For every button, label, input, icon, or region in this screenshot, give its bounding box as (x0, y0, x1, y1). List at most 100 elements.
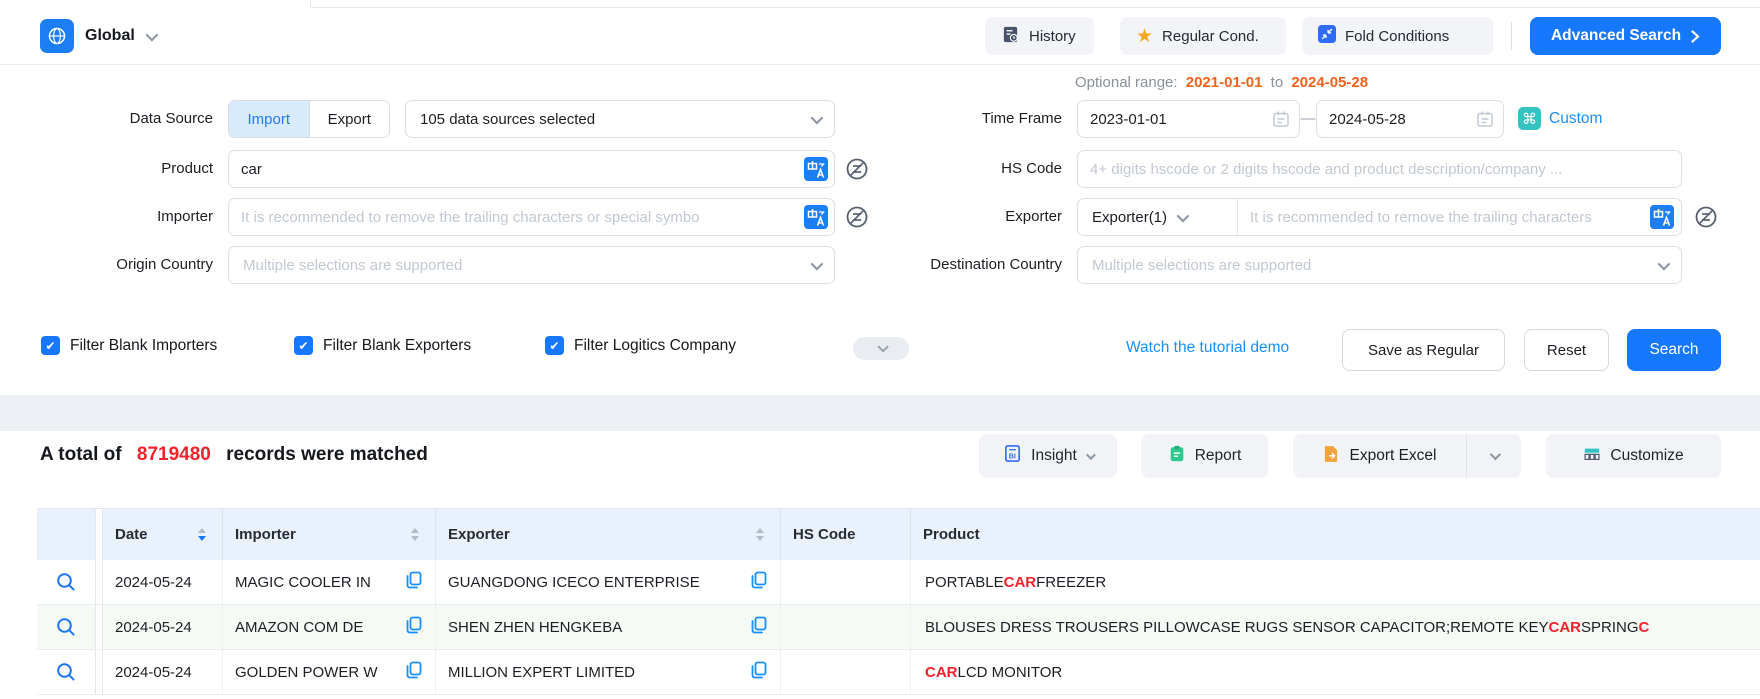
insight-button[interactable]: BI Insight (979, 434, 1117, 478)
advanced-search-button[interactable]: Advanced Search (1530, 17, 1721, 55)
cell-exporter: GUANGDONG ICECO ENTERPRISE (436, 560, 781, 604)
fixed-column-divider (95, 509, 103, 560)
product-input[interactable] (228, 150, 835, 188)
filter-logistics-company-checkbox[interactable]: ✔ Filter Logitics Company (545, 336, 736, 355)
header-exporter[interactable]: Exporter (436, 509, 781, 560)
table-header-row: Date Importer Exporter HS Code Product (37, 508, 1760, 560)
table-row: 2024-05-24MAGIC COOLER INGUANGDONG ICECO… (37, 560, 1760, 605)
origin-country-select[interactable]: Multiple selections are supported (228, 246, 835, 284)
export-excel-button[interactable]: Export Excel (1293, 434, 1466, 478)
results-summary: A total of 8719480 records were matched (40, 444, 428, 466)
sort-icons-exporter[interactable] (756, 528, 764, 541)
origin-country-label: Origin Country (13, 246, 213, 284)
collapse-form-button[interactable] (853, 337, 909, 360)
export-excel-label: Export Excel (1349, 447, 1436, 465)
calendar-icon[interactable] (1476, 110, 1494, 133)
exporter-name[interactable]: GUANGDONG ICECO ENTERPRISE (448, 574, 700, 591)
chevron-down-icon (145, 28, 158, 41)
copy-icon[interactable] (406, 571, 422, 593)
translate-icon[interactable] (804, 157, 828, 186)
cell-importer: AMAZON COM DE (223, 605, 436, 649)
data-source-import-tab[interactable]: Import (229, 101, 309, 137)
exporter-type-select[interactable]: Exporter(1) (1078, 199, 1238, 235)
customize-icon (1583, 445, 1601, 468)
header-importer[interactable]: Importer (223, 509, 436, 560)
translate-icon[interactable] (804, 205, 828, 234)
optional-range-end: 2024-05-28 (1291, 74, 1368, 91)
insight-label: Insight (1031, 447, 1077, 465)
importer-name[interactable]: AMAZON COM DE (235, 619, 363, 636)
date-start-input[interactable] (1077, 100, 1300, 138)
copy-icon[interactable] (751, 616, 767, 638)
filter-blank-importers-checkbox[interactable]: ✔ Filter Blank Importers (41, 336, 217, 355)
save-as-regular-button[interactable]: Save as Regular (1342, 329, 1505, 371)
header-hs-code: HS Code (781, 509, 911, 560)
row-detail-search-button[interactable] (37, 560, 95, 604)
exclude-filter-icon[interactable] (1694, 205, 1718, 234)
cell-product: PORTABLE CAR FREEZER (911, 560, 1760, 604)
chevron-down-icon (877, 341, 888, 352)
importer-input[interactable] (228, 198, 835, 236)
custom-range-button[interactable]: ⌘ Custom (1518, 107, 1602, 130)
destination-country-label: Destination Country (862, 246, 1062, 284)
report-icon (1168, 445, 1186, 468)
history-button[interactable]: History (985, 17, 1094, 55)
search-button[interactable]: Search (1627, 329, 1721, 371)
header-date-label: Date (115, 526, 148, 543)
cell-importer: MAGIC COOLER IN (223, 560, 436, 604)
copy-icon[interactable] (406, 661, 422, 683)
report-button[interactable]: Report (1141, 434, 1268, 478)
calendar-icon[interactable] (1272, 110, 1290, 133)
data-source-toggle: Import Export (228, 100, 390, 138)
origin-country-placeholder: Multiple selections are supported (243, 257, 462, 274)
hs-code-label: HS Code (862, 150, 1062, 188)
regular-cond-button[interactable]: ★ Regular Cond. (1120, 17, 1286, 55)
table-body: 2024-05-24MAGIC COOLER INGUANGDONG ICECO… (37, 560, 1760, 695)
data-source-export-tab[interactable]: Export (309, 101, 390, 137)
region-selector[interactable]: Global (40, 19, 155, 53)
hs-code-input[interactable] (1077, 150, 1682, 188)
exporter-name[interactable]: MILLION EXPERT LIMITED (448, 664, 635, 681)
cell-exporter: MILLION EXPERT LIMITED (436, 650, 781, 694)
fixed-column-divider (95, 605, 103, 649)
product-text: BLOUSES DRESS TROUSERS PILLOWCASE RUGS S… (925, 619, 1548, 636)
destination-country-select[interactable]: Multiple selections are supported (1077, 246, 1682, 284)
customize-button[interactable]: Customize (1546, 434, 1721, 478)
data-sources-select[interactable]: 105 data sources selected (405, 100, 835, 138)
magnifier-icon (55, 616, 77, 638)
row-detail-search-button[interactable] (37, 650, 95, 694)
exporter-field: Exporter(1) (1077, 198, 1682, 236)
summary-prefix: A total of (40, 444, 122, 465)
fold-conditions-button[interactable]: Fold Conditions (1302, 17, 1493, 55)
filter-blank-exporters-checkbox[interactable]: ✔ Filter Blank Exporters (294, 336, 471, 355)
row-detail-search-button[interactable] (37, 605, 95, 649)
exporter-name[interactable]: SHEN ZHEN HENGKEBA (448, 619, 622, 636)
product-text: SPRING (1581, 619, 1639, 636)
header-date[interactable]: Date (103, 509, 223, 560)
header-exporter-label: Exporter (448, 526, 510, 543)
chevron-down-icon (1490, 449, 1501, 460)
sort-icons-importer[interactable] (411, 528, 419, 541)
optional-range-start: 2021-01-01 (1186, 74, 1263, 91)
fixed-column-divider (95, 560, 103, 604)
tutorial-link[interactable]: Watch the tutorial demo (1126, 339, 1289, 357)
fold-icon (1318, 25, 1336, 47)
copy-icon[interactable] (751, 571, 767, 593)
copy-icon[interactable] (751, 661, 767, 683)
copy-icon[interactable] (406, 616, 422, 638)
exporter-input[interactable] (1238, 209, 1681, 226)
importer-name[interactable]: GOLDEN POWER W (235, 664, 378, 681)
reset-button[interactable]: Reset (1524, 329, 1609, 371)
header-hs-code-label: HS Code (793, 526, 856, 543)
product-keyword-highlight: CAR (925, 664, 958, 681)
importer-field (228, 198, 835, 236)
export-options-button[interactable] (1466, 434, 1521, 478)
importer-name[interactable]: MAGIC COOLER IN (235, 574, 371, 591)
sort-desc-icon (756, 536, 764, 541)
export-excel-split-button: Export Excel (1293, 434, 1521, 478)
translate-icon[interactable] (1650, 205, 1674, 234)
sort-icons-date[interactable] (198, 528, 206, 541)
cell-product: BLOUSES DRESS TROUSERS PILLOWCASE RUGS S… (911, 605, 1760, 649)
date-range-dash: — (1300, 100, 1316, 138)
cell-hs-code (781, 560, 911, 604)
